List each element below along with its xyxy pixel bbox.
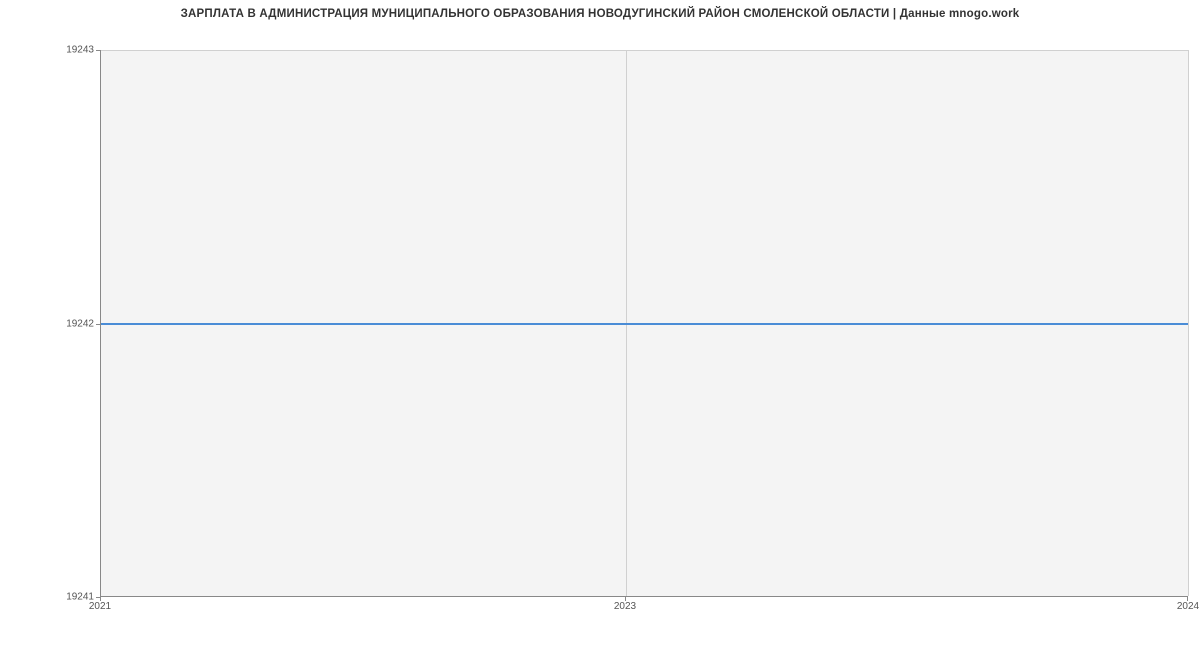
y-tick-label: 19243 — [66, 45, 94, 56]
x-tick-label: 2024 — [1177, 601, 1199, 612]
data-line — [101, 323, 1188, 325]
tick-mark — [100, 597, 101, 601]
tick-mark — [96, 50, 100, 51]
x-tick-label: 2023 — [614, 601, 636, 612]
tick-mark — [625, 597, 626, 601]
x-tick-label: 2021 — [89, 601, 111, 612]
y-tick-label: 19242 — [66, 318, 94, 329]
chart-title: ЗАРПЛАТА В АДМИНИСТРАЦИЯ МУНИЦИПАЛЬНОГО … — [0, 8, 1200, 20]
tick-mark — [1187, 597, 1188, 601]
tick-mark — [96, 324, 100, 325]
gridline-horizontal — [101, 50, 1188, 51]
plot-area — [100, 50, 1188, 597]
gridline-vertical — [1188, 50, 1189, 596]
